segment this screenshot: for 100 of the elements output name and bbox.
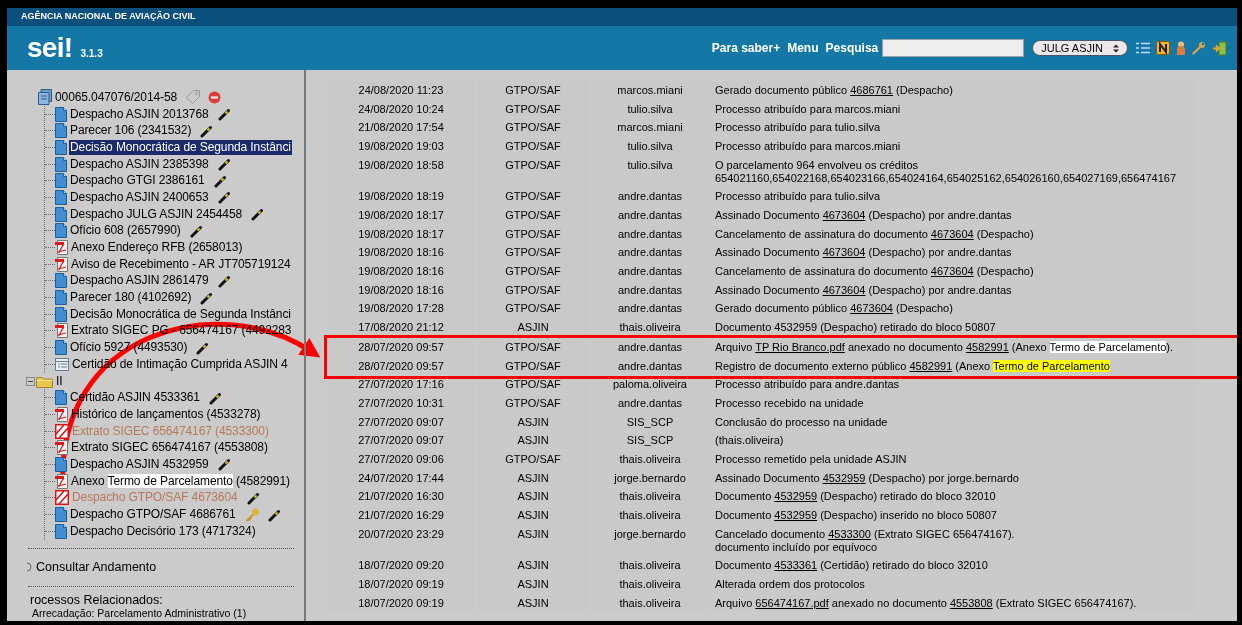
- tree-item[interactable]: 00065.047076/2014-58: [54, 89, 179, 105]
- document-link[interactable]: 4582991: [965, 340, 1009, 353]
- document-link[interactable]: 4532959: [774, 509, 818, 522]
- pdf-icon: [55, 473, 68, 489]
- document-link[interactable]: 4673604: [822, 283, 866, 296]
- document-link[interactable]: 4533300: [828, 527, 871, 540]
- process-icon: [38, 89, 52, 106]
- document-icon: [55, 123, 67, 139]
- document-link[interactable]: 4673604: [822, 246, 866, 259]
- pdf-icon: [55, 256, 68, 272]
- tree-item[interactable]: Decisão Monocrática de Segunda Instânci: [69, 306, 292, 322]
- document-icon: [55, 290, 67, 306]
- document-link[interactable]: 4532959: [822, 471, 866, 484]
- description-text: Processo recebido na unidade: [715, 396, 864, 410]
- highlighted-text: Termo de Parcelamento: [993, 359, 1110, 372]
- tree-item[interactable]: II: [55, 373, 64, 389]
- tree-item[interactable]: Extrato SIGEC 656474167 (4553808): [70, 440, 269, 456]
- nav-link[interactable]: Menu: [787, 39, 819, 57]
- document-link[interactable]: 4532959: [774, 490, 818, 503]
- tree-item[interactable]: Aviso de Recebimento - AR JT705719124: [70, 256, 292, 272]
- tree-item[interactable]: Despacho ASJIN 2861479: [69, 273, 210, 289]
- tree-item[interactable]: Despacho JULG ASJIN 2454458: [69, 206, 244, 222]
- tree-item[interactable]: Despacho GTPO/SAF 4686761: [69, 507, 237, 523]
- cancelled-document-icon: [55, 423, 69, 439]
- pen-icon[interactable]: [213, 173, 228, 188]
- pen-icon[interactable]: [246, 490, 261, 505]
- pdf-icon: [55, 240, 68, 256]
- document-link[interactable]: 4673604: [930, 227, 974, 240]
- logo[interactable]: sei!: [27, 34, 73, 62]
- tree-item[interactable]: Ofício 608 (2657990): [69, 223, 182, 239]
- cancelled-document-icon: [55, 490, 69, 506]
- pen-icon[interactable]: [189, 223, 204, 238]
- document-link[interactable]: 4673604: [850, 302, 893, 315]
- description-text: Assinado Documento 4673604 (Despacho) por andre.dantas: [715, 246, 1012, 260]
- pen-icon[interactable]: [217, 107, 232, 122]
- user-icon[interactable]: [1176, 40, 1186, 56]
- pen-icon[interactable]: [217, 190, 232, 205]
- pen-icon[interactable]: [200, 123, 215, 138]
- document-link[interactable]: 4673604: [930, 265, 974, 278]
- document-link[interactable]: 4533361: [774, 559, 818, 572]
- document-icon: [55, 223, 67, 239]
- tree-item[interactable]: Despacho ASJIN 2400653: [69, 189, 210, 205]
- pen-icon[interactable]: [200, 290, 215, 305]
- description-text: documento incluído por equívoco: [715, 540, 878, 554]
- remove-icon[interactable]: [208, 90, 222, 104]
- nav-link[interactable]: Pesquisa: [825, 39, 879, 57]
- description-text: O parcelamento 964 envolveu os créditos: [715, 158, 918, 172]
- tree-item[interactable]: Parecer 180 (4102692): [69, 290, 193, 306]
- description-text: Documento 4532959 (Despacho) retirado do bloco 50807: [715, 321, 996, 334]
- tree-item[interactable]: Anexo Endereço RFB (2658013): [70, 240, 244, 256]
- pen-icon[interactable]: [217, 273, 232, 288]
- document-link[interactable]: 656474167.pdf: [755, 596, 829, 609]
- search-field[interactable]: [882, 39, 1025, 57]
- document-link[interactable]: TP Rio Branco.pdf: [755, 340, 845, 353]
- related-process-link[interactable]: Arrecadação: Parcelamento Administrativo (1): [32, 607, 304, 621]
- form-icon: [55, 357, 69, 371]
- description-text: Documento 4533361 (Certidão) retirado do bloco 32010: [715, 559, 988, 572]
- description-text: Processo atribuído para tulio.silva: [715, 121, 881, 135]
- pen-icon[interactable]: [267, 507, 282, 522]
- description-text: Assinado Documento 4673604 (Despacho) por andre.dantas: [715, 208, 1012, 222]
- description-text: Arquivo 656474167.pdf anexado no documento 4553808 (Extrato SIGEC 656474167).: [715, 596, 1137, 610]
- tree-item[interactable]: Despacho GTGI 2386161: [69, 173, 206, 189]
- description-text: Cancelado documento 4533300 (Extrato SIGEC 656474167).: [715, 527, 1015, 541]
- tree-item[interactable]: Parecer 106 (2341532): [69, 123, 193, 139]
- document-icon: [55, 156, 67, 172]
- document-link[interactable]: 4686761: [850, 84, 893, 96]
- tree-item[interactable]: Anexo Termo de Parcelamento (4582991): [70, 473, 291, 489]
- pen-icon[interactable]: [196, 340, 211, 355]
- document-link[interactable]: 4673604: [822, 208, 866, 221]
- consult-link[interactable]: Consultar Andamento: [36, 557, 157, 577]
- description-text: 654021160,654022168,654023166,654024164,654025162,654026160,654027169,656474167: [715, 171, 1177, 185]
- document-link[interactable]: 4553808: [949, 596, 993, 609]
- document-icon: [55, 306, 67, 322]
- tree-item[interactable]: Despacho ASJIN 2385398: [69, 156, 210, 172]
- nav-link[interactable]: Para saber+: [711, 39, 781, 57]
- version-label: 3.1.3: [80, 46, 103, 61]
- tree-item[interactable]: Decisão Monocrática de Segunda Instânci: [69, 139, 292, 155]
- pen-icon[interactable]: [217, 157, 232, 172]
- document-icon: [55, 456, 67, 472]
- pdf-icon: [55, 406, 68, 422]
- description-text: Alterada ordem dos protocolos: [715, 578, 865, 591]
- document-icon: [55, 340, 67, 356]
- pdf-icon: [55, 323, 68, 339]
- description-text: Processo remetido pela unidade ASJIN: [715, 453, 907, 466]
- tree-item[interactable]: Despacho ASJIN 4532959: [69, 456, 210, 472]
- tree-item[interactable]: Despacho Decisório 173 (4717324): [69, 523, 257, 539]
- pen-icon[interactable]: [208, 390, 223, 405]
- tree-item[interactable]: Ofício 5927 (4493530): [69, 340, 189, 356]
- highlighted-text: Termo de Parcelamento: [1049, 340, 1167, 353]
- tree-item[interactable]: Despacho ASJIN 2013768: [69, 106, 210, 122]
- description-text: Processo atribuído para tulio.silva: [715, 190, 881, 203]
- list-icon[interactable]: [1136, 42, 1150, 54]
- unit-select[interactable]: JULG ASJIN: [1032, 40, 1128, 56]
- collapse-icon[interactable]: [26, 376, 35, 386]
- highlighted-text: Termo de Parcelamento: [107, 473, 233, 488]
- document-link[interactable]: 4582991: [909, 359, 953, 372]
- pen-icon[interactable]: [251, 207, 266, 222]
- pen-icon[interactable]: [217, 457, 232, 472]
- note-icon[interactable]: [1156, 41, 1170, 55]
- select-arrows-icon: [1113, 43, 1119, 53]
